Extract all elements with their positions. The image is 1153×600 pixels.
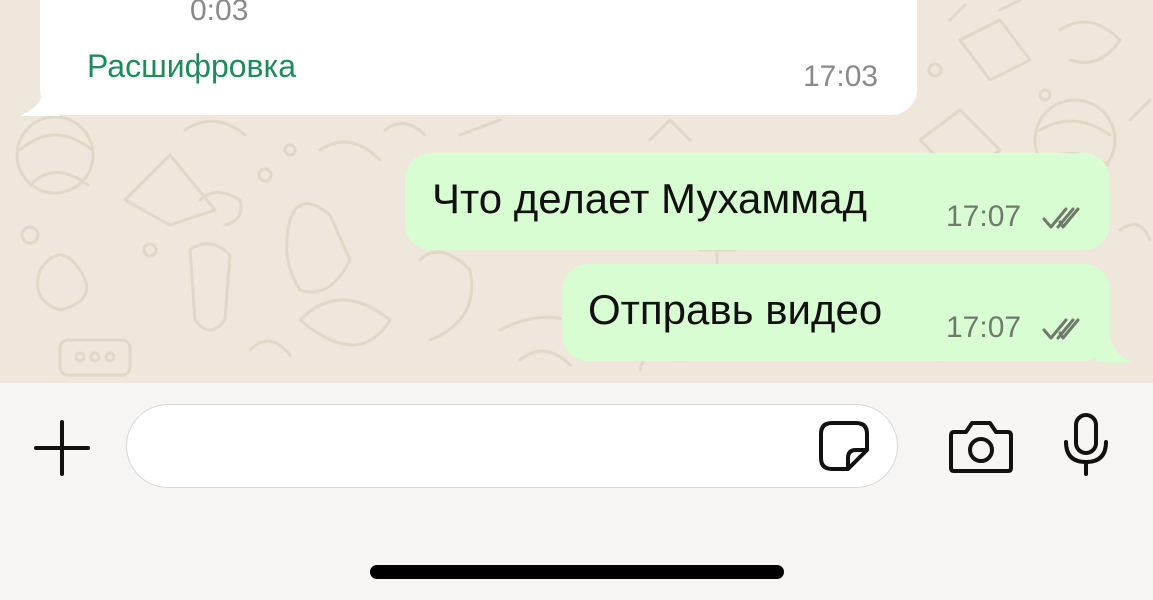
message-time: 17:07 <box>946 200 1022 233</box>
message-input[interactable] <box>126 404 898 488</box>
transcribe-link[interactable]: Расшифровка <box>87 48 296 85</box>
incoming-bubble-tail <box>20 96 60 116</box>
incoming-message-time: 17:03 <box>803 60 879 93</box>
message-text: Что делает Мухаммад <box>432 175 867 222</box>
camera-icon[interactable] <box>948 418 1014 474</box>
message-text: Отправь видео <box>588 286 883 333</box>
double-check-icon <box>1042 207 1080 229</box>
double-check-icon <box>1042 318 1080 340</box>
microphone-icon[interactable] <box>1060 412 1112 478</box>
voice-duration: 0:03 <box>190 0 249 27</box>
home-indicator[interactable] <box>370 565 784 579</box>
sticker-icon[interactable] <box>818 420 870 472</box>
message-time: 17:07 <box>946 311 1022 344</box>
plus-icon[interactable] <box>34 420 90 476</box>
chat-area[interactable]: 0:03 Расшифровка 17:03 Что делает Мухамм… <box>0 0 1153 383</box>
outgoing-bubble-tail <box>1096 334 1132 363</box>
